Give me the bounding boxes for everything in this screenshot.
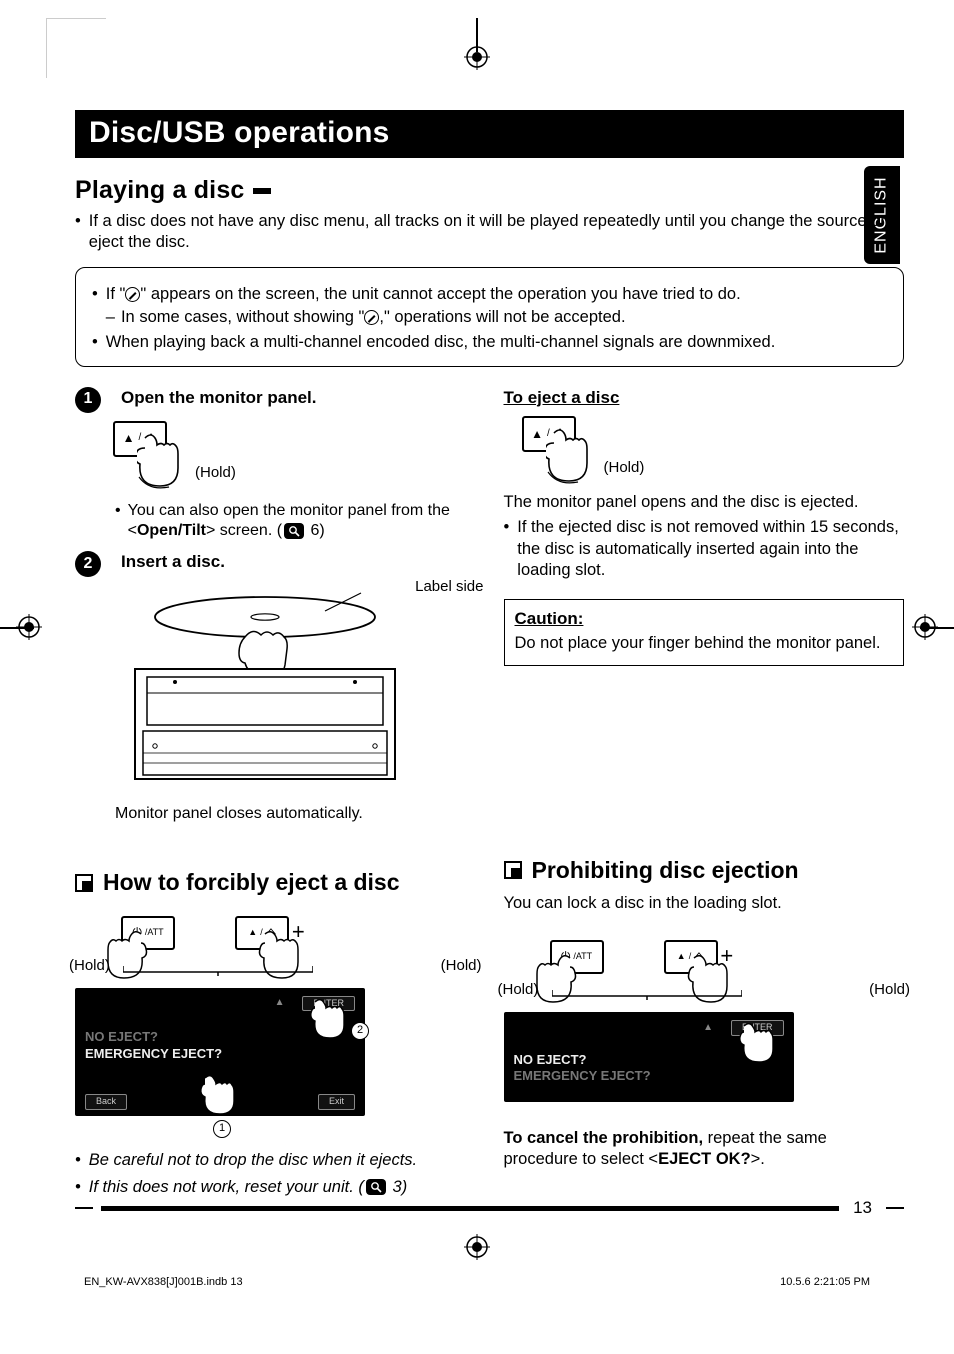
caution-box: Caution: Do not place your finger behind… — [504, 599, 905, 666]
chapter-title-bar: Disc/USB operations — [75, 110, 904, 158]
hold-label: (Hold) — [441, 956, 482, 975]
callout-number-2: 2 — [351, 1022, 369, 1040]
prohibit-icon — [125, 287, 140, 302]
hand-press-icon — [195, 1074, 245, 1118]
subsection-heading: How to forcibly eject a disc — [75, 868, 476, 897]
subsection-title: How to forcibly eject a disc — [103, 868, 400, 897]
sub-text: In some cases, without showing "," opera… — [121, 307, 626, 328]
bullet-dot: • — [115, 501, 121, 542]
bullet-text: If the ejected disc is not removed withi… — [517, 517, 904, 580]
crop-corner — [46, 18, 106, 78]
screen-option-selected: EMERGENCY EJECT? — [85, 1046, 355, 1063]
page-number-rule: 13 — [75, 1198, 904, 1218]
cancel-prohibition-text: To cancel the prohibition, repeat the sa… — [504, 1128, 905, 1170]
footer-filename: EN_KW-AVX838[J]001B.indb 13 — [84, 1276, 243, 1288]
subsection-title: To eject a disc — [504, 387, 905, 409]
subsection-heading: Prohibiting disc ejection — [504, 856, 905, 885]
prohibit-icon — [364, 310, 379, 325]
back-button-label: Back — [85, 1094, 127, 1110]
step-title: Insert a disc. — [121, 551, 225, 573]
up-arrow-icon: ▲ — [703, 1022, 713, 1035]
hold-label: (Hold) — [69, 956, 110, 975]
note-bullet: •If this does not work, reset your unit.… — [75, 1177, 476, 1198]
info-box: • If "" appears on the screen, the unit … — [75, 267, 904, 366]
step-caption: Monitor panel closes automatically. — [115, 804, 476, 824]
print-footer: EN_KW-AVX838[J]001B.indb 13 10.5.6 2:21:… — [84, 1276, 870, 1288]
section-title: Playing a disc — [75, 176, 245, 205]
section-heading: Playing a disc — [75, 176, 904, 205]
bullet-dot: • — [92, 284, 98, 328]
screen-option: EMERGENCY EJECT? — [514, 1068, 784, 1085]
caution-heading: Caution: — [515, 608, 894, 630]
caution-text: Do not place your finger behind the moni… — [515, 633, 894, 654]
bullet-text: If a disc does not have any disc menu, a… — [89, 211, 904, 253]
bracket-icon — [552, 990, 742, 1000]
hand-press-icon — [546, 428, 608, 484]
right-column: To eject a disc ▲/ (Hold) The monitor pa… — [504, 387, 905, 1198]
eject-button-graphic: ▲/ (Hold) — [522, 416, 652, 486]
heading-rule — [253, 188, 271, 194]
bullet-dot: • — [504, 517, 510, 580]
hand-press-icon — [137, 433, 199, 489]
eject-description: The monitor panel opens and the disc is … — [504, 492, 905, 513]
up-arrow-icon: ▲ — [275, 997, 285, 1010]
page-ref-icon — [366, 1179, 386, 1195]
note-bullet: •Be careful not to drop the disc when it… — [75, 1150, 476, 1171]
device-screen: ▲ ENTER NO EJECT? EMERGENCY EJECT? Back … — [75, 988, 365, 1116]
hand-press-icon — [734, 1022, 780, 1064]
bullet-text: When playing back a multi-channel encode… — [106, 332, 887, 353]
bullet-dot: • — [75, 211, 81, 253]
chapter-title: Disc/USB operations — [89, 116, 390, 149]
left-column: 1 Open the monitor panel. ▲/ (Hold) • — [75, 387, 476, 1198]
step-number-2: 2 — [75, 551, 101, 577]
callout-number-1: 1 — [213, 1120, 231, 1138]
step-title: Open the monitor panel. — [121, 387, 317, 409]
dash: – — [106, 307, 115, 328]
registration-mark-icon — [16, 614, 42, 640]
footer-timestamp: 10.5.6 2:21:05 PM — [780, 1276, 870, 1288]
body-bullet: • If a disc does not have any disc menu,… — [75, 211, 904, 253]
hold-label: (Hold) — [195, 463, 236, 482]
label-side-text: Label side — [415, 577, 483, 596]
disc-insert-illustration — [115, 581, 415, 791]
subsection-title: Prohibiting disc ejection — [532, 856, 799, 885]
section-square-icon — [75, 874, 93, 892]
device-screen: ▲ ENTER NO EJECT? EMERGENCY EJECT? — [504, 1012, 794, 1102]
button-combo: ⏻/ATT + ▲/ — [121, 916, 476, 950]
hold-label: (Hold) — [869, 980, 910, 999]
exit-button-label: Exit — [318, 1094, 355, 1110]
bullet-dot: • — [92, 332, 98, 353]
page-ref-icon — [284, 523, 304, 539]
hold-label: (Hold) — [604, 458, 645, 477]
prohibit-intro: You can lock a disc in the loading slot. — [504, 893, 905, 914]
step-note: You can also open the monitor panel from… — [128, 501, 476, 542]
registration-mark-icon — [912, 614, 938, 640]
bracket-icon — [123, 966, 313, 976]
eject-button-graphic: ▲/ (Hold) — [113, 421, 243, 491]
section-square-icon — [504, 861, 522, 879]
page-number: 13 — [847, 1198, 878, 1218]
bullet-text: If "" appears on the screen, the unit ca… — [106, 284, 887, 328]
hand-press-icon — [305, 998, 351, 1040]
button-combo: ⏻/ATT + ▲/ — [550, 940, 905, 974]
step-number-1: 1 — [75, 387, 101, 413]
hold-label: (Hold) — [498, 980, 539, 999]
